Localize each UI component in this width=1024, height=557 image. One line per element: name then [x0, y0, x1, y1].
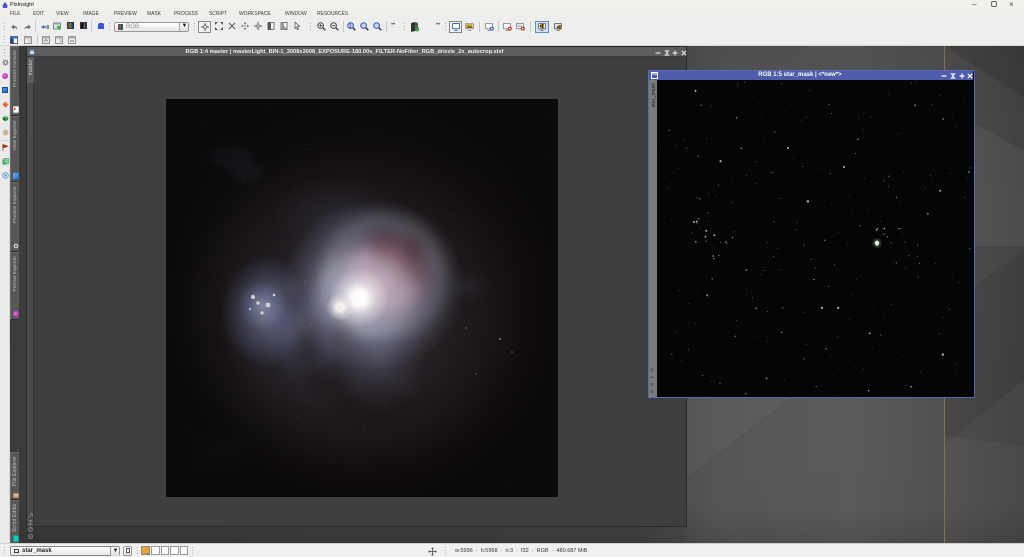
- svg-text:1: 1: [349, 24, 352, 30]
